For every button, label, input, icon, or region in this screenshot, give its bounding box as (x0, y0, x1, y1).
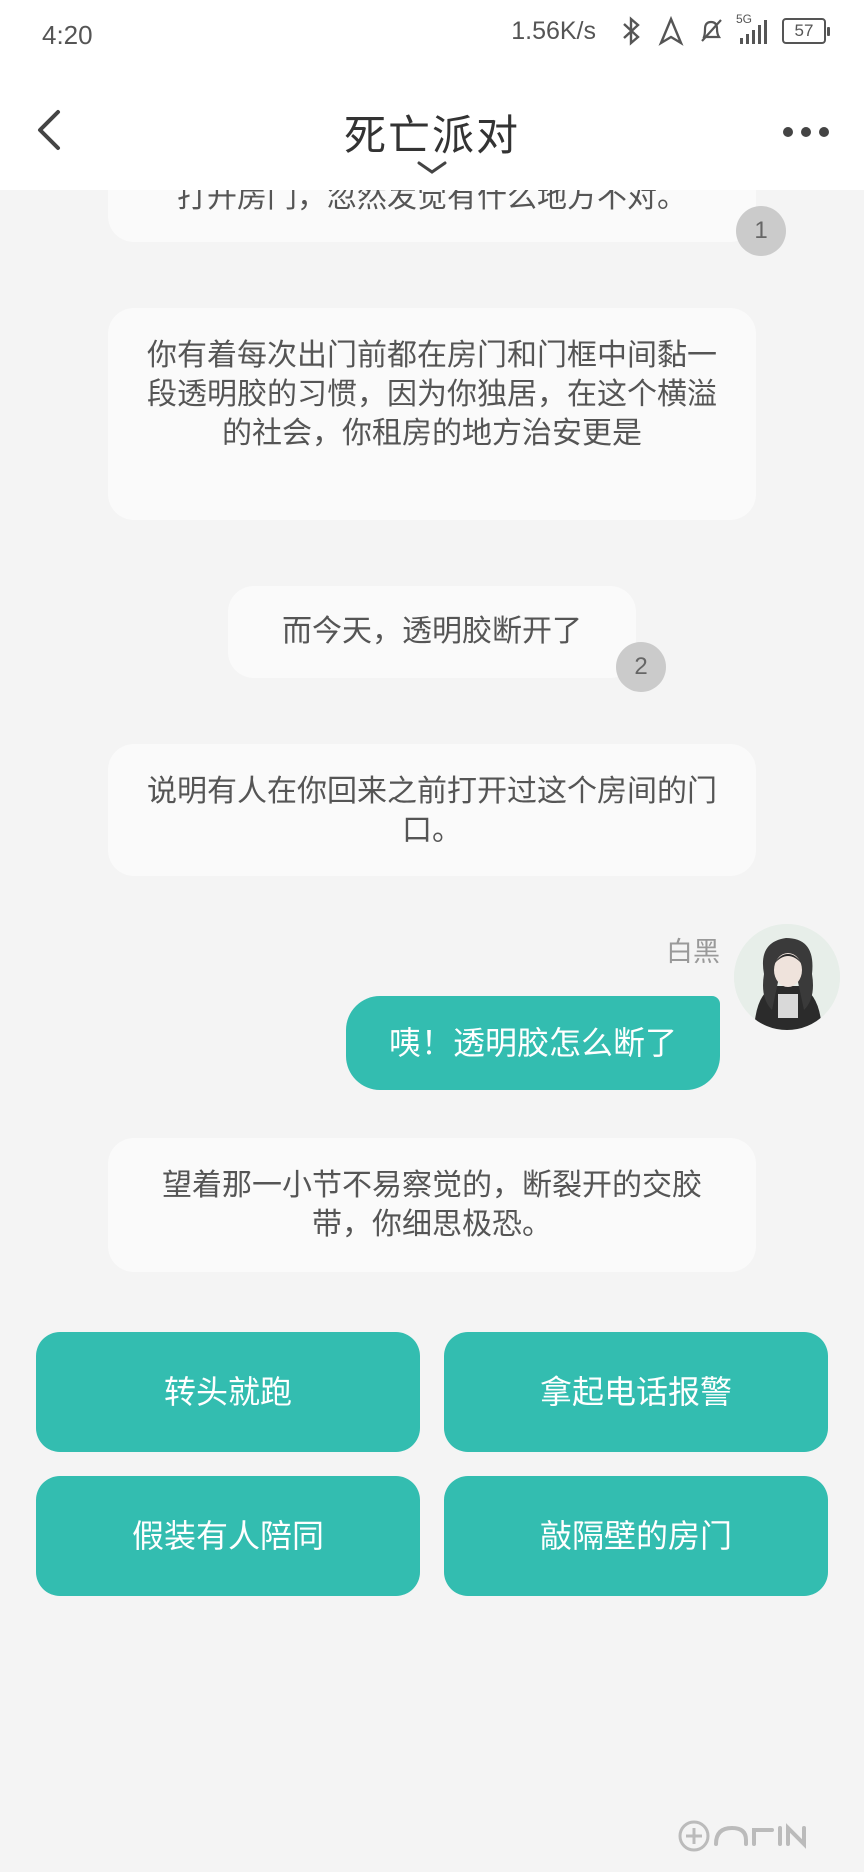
message-bubble: 而今天，透明胶断开了 (228, 586, 636, 678)
user-name: 白黑 (666, 937, 720, 968)
top-nav-bar: 死亡派对 (0, 72, 864, 190)
chevron-down-icon[interactable] (416, 160, 448, 176)
battery-icon: 57 (782, 18, 830, 44)
message-text: 而今天，透明胶断开了 (282, 614, 582, 649)
bluetooth-icon (623, 16, 640, 46)
choice-button-run[interactable]: 转头就跑 (36, 1332, 420, 1452)
message-bubble: 说明有人在你回来之前打开过这个房间的门口。 (108, 744, 756, 876)
message-text: 你有着每次出门前都在房门和门框中间黏一段透明胶的习惯，因为你独居，在这个横溢的社… (147, 338, 717, 451)
watermark-logo (678, 1820, 806, 1852)
avatar-image (734, 924, 840, 1030)
choice-button-knock-door[interactable]: 敲隔壁的房门 (444, 1476, 828, 1596)
message-text: 说明有人在你回来之前打开过这个房间的门口。 (147, 774, 717, 848)
status-icons: 1.56K/s 5G 57 (511, 12, 830, 46)
page-title: 死亡派对 (343, 111, 520, 160)
choice-button-pretend-company[interactable]: 假装有人陪同 (36, 1476, 420, 1596)
user-message-bubble: 咦！透明胶怎么断了 (346, 996, 720, 1090)
message-bubble: 望着那一小节不易察觉的，断裂开的交胶带，你细思极恐。 (108, 1138, 756, 1272)
more-dots-icon[interactable] (778, 120, 834, 144)
avatar[interactable] (734, 924, 840, 1030)
message-bubble: 你有着每次出门前都在房门和门框中间黏一段透明胶的习惯，因为你独居，在这个横溢的社… (108, 308, 756, 520)
status-bar: 4:20 1.56K/s 5G 57 (0, 0, 864, 72)
location-icon (658, 16, 684, 46)
mute-icon (701, 19, 722, 42)
choice-button-call-police[interactable]: 拿起电话报警 (444, 1332, 828, 1452)
status-time: 4:20 (42, 20, 93, 50)
network-speed: 1.56K/s (511, 16, 596, 45)
message-number-badge: 2 (616, 642, 666, 692)
signal-icon: 5G (736, 12, 768, 46)
message-number-badge: 1 (736, 206, 786, 256)
message-text: 望着那一小节不易察觉的，断裂开的交胶带，你细思极恐。 (162, 1168, 702, 1242)
